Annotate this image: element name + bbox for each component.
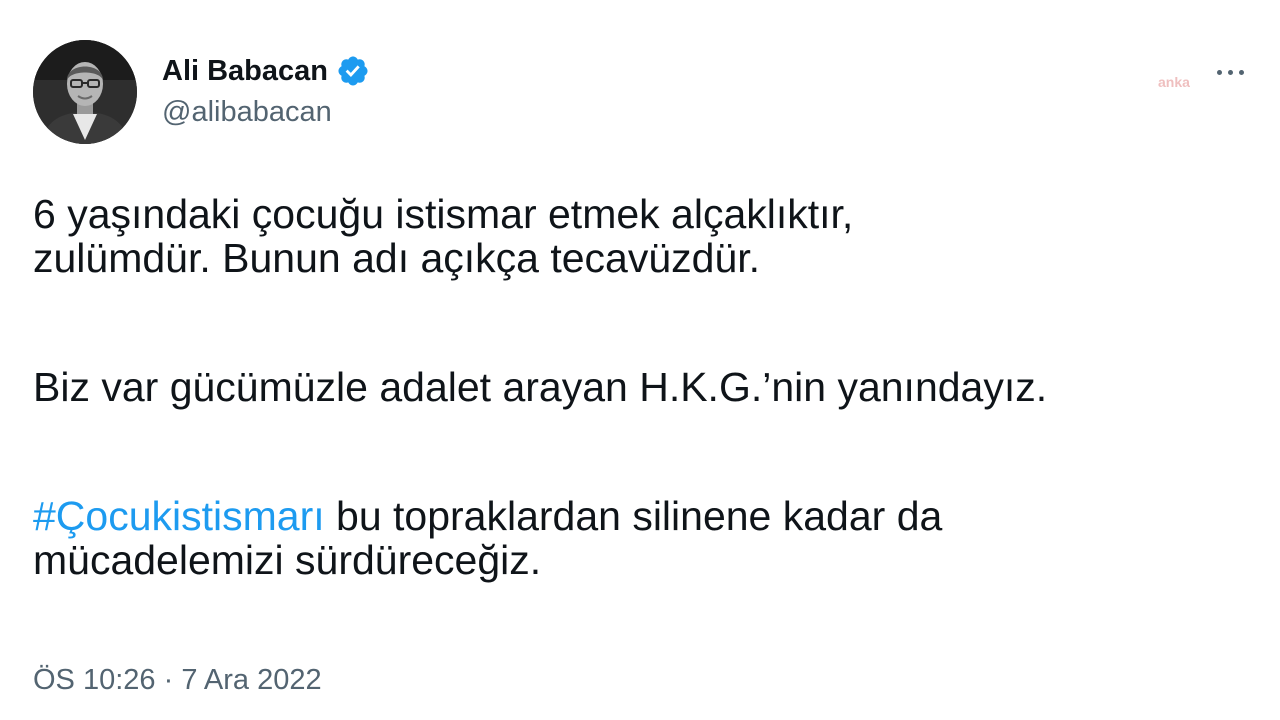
dot-icon [1216,69,1222,75]
tweet-time: ÖS 10:26 [33,664,156,696]
tweet-line: zulümdür. Bunun adı açıkça tecavüzdür. [33,235,761,281]
tweet-line: #Çocukistismarı bu topraklardan silinene… [33,494,1253,538]
avatar[interactable] [33,40,137,144]
tweet-line: Biz var gücümüzle adalet arayan H.K.G.’n… [33,364,1048,410]
tweet-line: mücadelemizi sürdüreceğiz. [33,537,542,583]
tweet-text: 6 yaşındaki çocuğu istismar etmek alçakl… [33,192,1253,582]
tweet-line-text: bu topraklardan silinene kadar da [324,493,943,539]
tweet-line: 6 yaşındaki çocuğu istismar etmek alçakl… [33,191,854,237]
timestamp-separator: · [155,664,182,696]
author-display-name[interactable]: Ali Babacan [162,55,328,88]
watermark-logo: anka [1158,74,1190,90]
author-handle[interactable]: @alibabacan [162,96,332,129]
tweet-date: 7 Ara 2022 [181,664,322,696]
dot-icon [1238,69,1244,75]
more-options-button[interactable] [1208,62,1252,82]
profile-photo-icon [33,40,137,144]
dot-icon [1227,69,1233,75]
tweet-card: Ali Babacan @alibabacan anka 6 yaşındaki… [0,0,1280,720]
hashtag-link[interactable]: #Çocukistismarı [33,493,325,539]
author-name-row: Ali Babacan [162,50,370,92]
verified-badge-icon [336,54,370,88]
tweet-timestamp[interactable]: ÖS 10:26 · 7 Ara 2022 [33,664,322,697]
